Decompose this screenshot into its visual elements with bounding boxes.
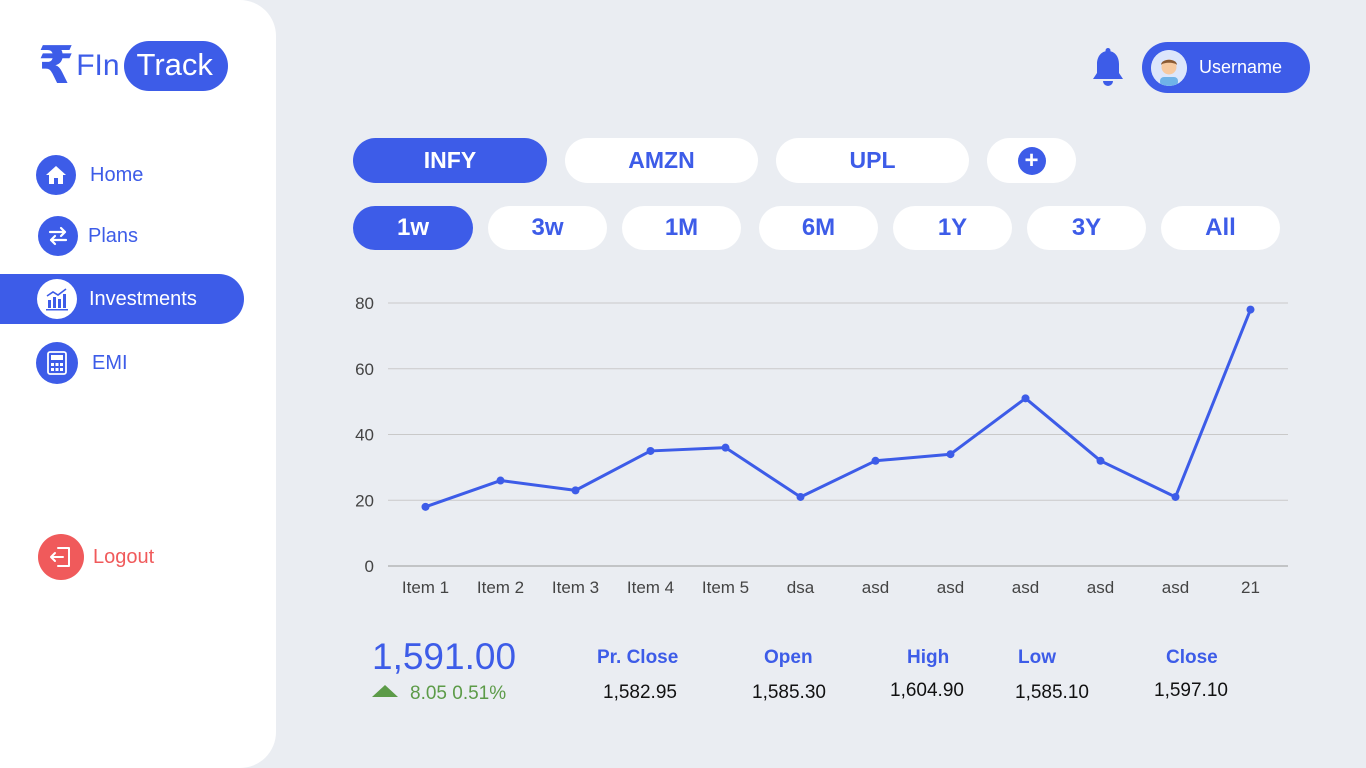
plus-icon: + bbox=[1017, 146, 1046, 175]
logo-text-fin: FIn bbox=[76, 49, 120, 82]
logout-button[interactable]: Logout bbox=[38, 532, 154, 582]
user-profile-button[interactable]: Username bbox=[1142, 42, 1310, 93]
swap-arrows-icon bbox=[38, 216, 78, 256]
sidebar-item-label: Home bbox=[90, 163, 144, 186]
x-tick-label: asd bbox=[1162, 578, 1189, 597]
up-arrow-icon bbox=[372, 685, 398, 697]
x-tick-label: asd bbox=[1087, 578, 1114, 597]
x-tick-label: 21 bbox=[1241, 578, 1260, 597]
stat-label-open: Open bbox=[764, 647, 813, 668]
data-point bbox=[571, 486, 580, 495]
data-point bbox=[721, 443, 730, 452]
x-tick-label: Item 5 bbox=[702, 578, 749, 597]
y-tick-label: 0 bbox=[365, 557, 374, 576]
avatar bbox=[1151, 49, 1187, 86]
logout-icon bbox=[38, 534, 84, 580]
data-point bbox=[946, 450, 955, 459]
home-icon bbox=[36, 155, 76, 195]
x-tick-label: Item 4 bbox=[627, 578, 674, 597]
series-line bbox=[424, 308, 1252, 509]
stat-value-low: 1,585.10 bbox=[1015, 682, 1089, 703]
data-point bbox=[496, 476, 505, 485]
range-1w[interactable]: 1w bbox=[353, 206, 473, 250]
stat-label-close: Close bbox=[1166, 647, 1218, 668]
range-all[interactable]: All bbox=[1161, 206, 1280, 250]
data-point bbox=[1021, 394, 1030, 403]
sidebar: ₹ FIn Track Home Plans Investments EMI L… bbox=[0, 0, 276, 768]
tab-infy[interactable]: INFY bbox=[353, 138, 547, 183]
add-ticker-button[interactable]: + bbox=[987, 138, 1076, 183]
tab-upl[interactable]: UPL bbox=[776, 138, 969, 183]
range-6m[interactable]: 6M bbox=[759, 206, 878, 250]
y-tick-label: 40 bbox=[355, 426, 374, 445]
username: Username bbox=[1199, 57, 1283, 77]
sidebar-item-investments[interactable]: Investments bbox=[0, 274, 244, 324]
stat-value-prev-close: 1,582.95 bbox=[603, 682, 677, 703]
data-point bbox=[796, 492, 805, 501]
logout-label: Logout bbox=[93, 545, 155, 568]
app-logo[interactable]: ₹ FIn Track bbox=[38, 40, 228, 92]
data-point bbox=[646, 446, 655, 455]
price-change: 8.05 0.51% bbox=[372, 683, 506, 705]
y-tick-label: 60 bbox=[355, 360, 374, 379]
x-tick-label: Item 2 bbox=[477, 578, 524, 597]
sidebar-item-emi[interactable]: EMI bbox=[36, 338, 128, 388]
range-3w[interactable]: 3w bbox=[488, 206, 607, 250]
y-tick-label: 80 bbox=[355, 294, 374, 313]
data-point bbox=[421, 502, 430, 511]
range-1y[interactable]: 1Y bbox=[893, 206, 1012, 250]
sidebar-item-label: Plans bbox=[88, 224, 139, 247]
price-line-chart: 0 20 40 60 80 Item 1 Item 2 Item 3 Item 4 Item 5 d… bbox=[355, 294, 1288, 597]
y-tick-label: 20 bbox=[355, 491, 374, 510]
stat-value-close: 1,597.10 bbox=[1154, 680, 1228, 701]
stat-label-high: High bbox=[907, 647, 950, 668]
data-point bbox=[871, 456, 880, 465]
sidebar-item-label: Investments bbox=[89, 287, 197, 310]
data-point bbox=[1171, 492, 1180, 501]
x-tick-label: dsa bbox=[787, 578, 815, 597]
range-3y[interactable]: 3Y bbox=[1027, 206, 1146, 250]
sidebar-item-home[interactable]: Home bbox=[36, 150, 143, 200]
data-point bbox=[1096, 456, 1105, 465]
bar-chart-icon bbox=[37, 279, 77, 319]
x-tick-label: Item 1 bbox=[402, 578, 449, 597]
stat-label-low: Low bbox=[1018, 647, 1056, 668]
x-tick-label: asd bbox=[862, 578, 889, 597]
sidebar-item-plans[interactable]: Plans bbox=[38, 211, 138, 261]
x-tick-label: asd bbox=[1012, 578, 1039, 597]
tab-amzn[interactable]: AMZN bbox=[565, 138, 758, 183]
sidebar-item-label: EMI bbox=[92, 351, 128, 374]
logo-text-track: Track bbox=[123, 41, 228, 91]
data-point bbox=[1246, 305, 1255, 314]
calculator-icon bbox=[36, 342, 78, 384]
stat-value-high: 1,604.90 bbox=[890, 680, 964, 701]
bell-icon[interactable] bbox=[1090, 48, 1126, 88]
rupee-logo-icon: ₹ bbox=[38, 36, 75, 96]
stat-value-open: 1,585.30 bbox=[752, 682, 826, 703]
x-tick-label: asd bbox=[937, 578, 964, 597]
current-price: 1,591.00 bbox=[372, 636, 517, 677]
price-change-value: 8.05 0.51% bbox=[410, 683, 507, 704]
stat-label-prev-close: Pr. Close bbox=[597, 647, 679, 668]
x-tick-label: Item 3 bbox=[552, 578, 599, 597]
range-1m[interactable]: 1M bbox=[622, 206, 741, 250]
